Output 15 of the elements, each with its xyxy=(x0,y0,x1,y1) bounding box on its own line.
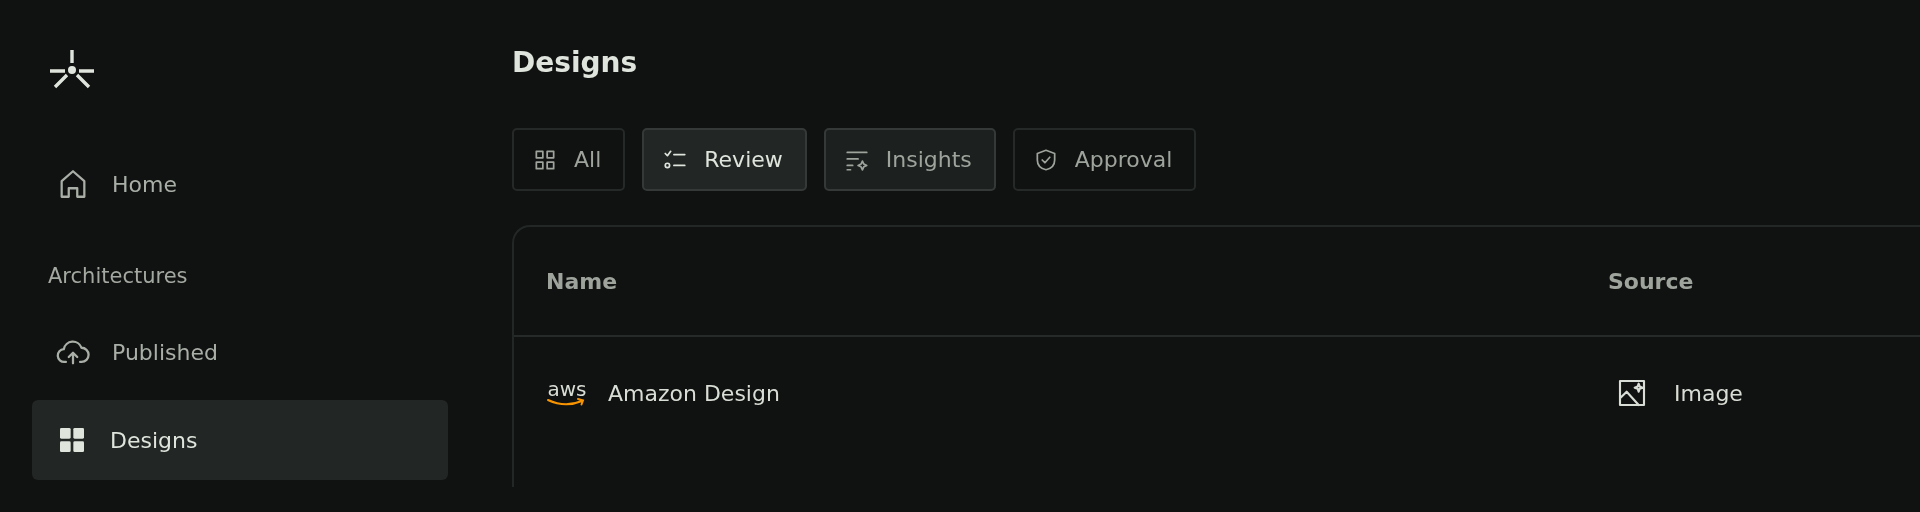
column-header: Name xyxy=(545,268,619,294)
filter-tab[interactable]: Approval xyxy=(1012,128,1197,191)
nav-item[interactable]: Designs xyxy=(32,400,448,480)
source-label: Image xyxy=(1674,380,1743,406)
filter-tab[interactable]: All xyxy=(512,128,626,191)
nav-item[interactable]: Published xyxy=(32,312,448,392)
filter-tab[interactable]: Insights xyxy=(823,128,996,191)
filter-tab[interactable]: Review xyxy=(642,128,807,191)
design-name: Amazon Design xyxy=(608,380,780,406)
page-title: Designs xyxy=(512,46,639,79)
section-heading: Architectures xyxy=(47,263,189,290)
image-icon xyxy=(1616,377,1648,409)
column-header: Source xyxy=(1608,268,1694,294)
nav-item[interactable]: Home xyxy=(32,144,448,224)
logo-icon xyxy=(50,50,94,90)
